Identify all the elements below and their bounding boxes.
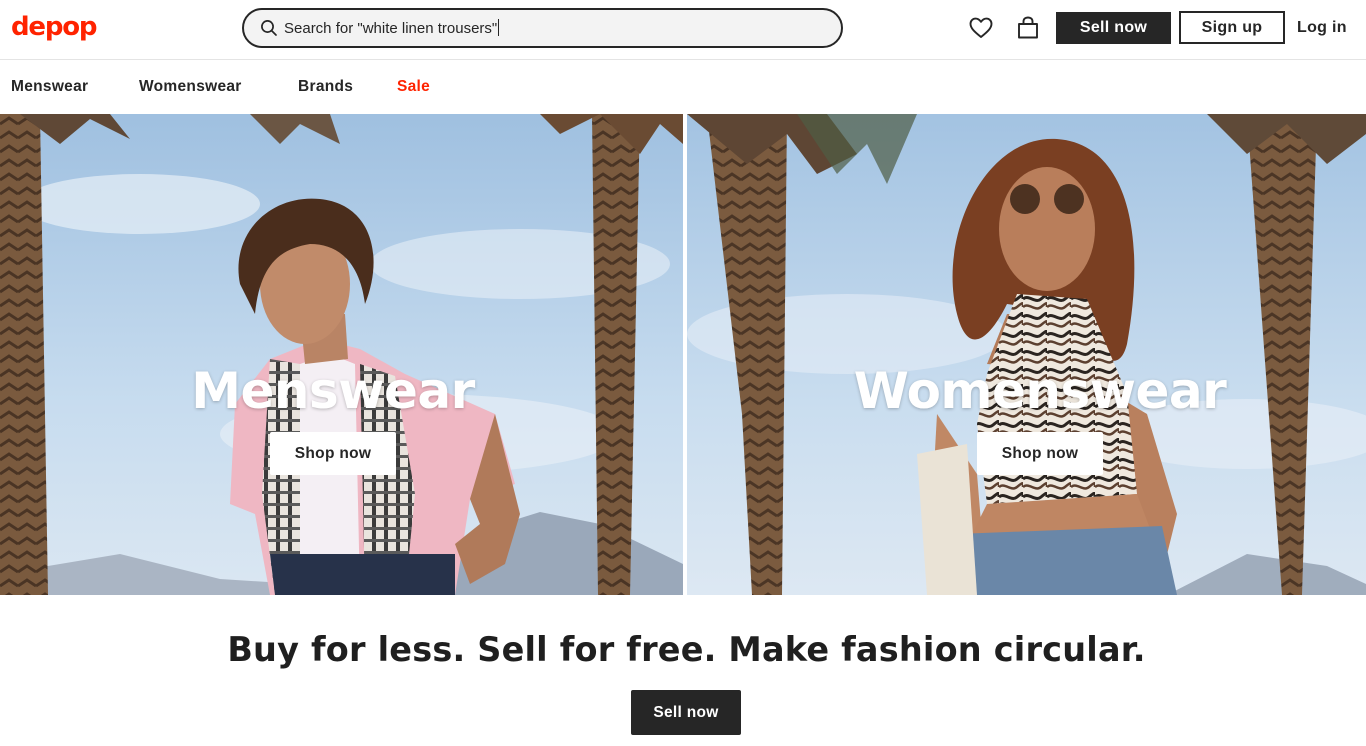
site-header: depop Search for "white linen trousers" … [0, 0, 1366, 60]
shop-menswear-button[interactable]: Shop now [270, 432, 396, 475]
search-icon [261, 20, 277, 36]
shop-womenswear-button[interactable]: Shop now [977, 432, 1103, 475]
menswear-hero-title: Menswear [191, 362, 475, 420]
nav-item-brands[interactable]: Brands [298, 78, 353, 96]
heart-icon[interactable] [967, 14, 995, 42]
womenswear-hero-banner[interactable]: Womenswear Shop now [687, 114, 1366, 595]
text-cursor [498, 19, 500, 36]
shopping-bag-icon[interactable] [1014, 14, 1042, 42]
sell-now-button[interactable]: Sell now [1056, 12, 1171, 44]
depop-logo[interactable]: depop [11, 12, 98, 42]
category-nav: Menswear Womenswear Brands Sale [0, 61, 1366, 114]
womenswear-hero-image [687, 114, 1366, 595]
tagline-heading: Buy for less. Sell for free. Make fashio… [227, 630, 1146, 669]
menswear-hero-image [0, 114, 683, 595]
search-input[interactable]: Search for "white linen trousers" [242, 8, 843, 48]
sign-up-button[interactable]: Sign up [1179, 11, 1285, 44]
log-in-link[interactable]: Log in [1297, 12, 1347, 44]
nav-item-womenswear[interactable]: Womenswear [139, 78, 242, 96]
search-input-value[interactable]: Search for "white linen trousers" [284, 19, 500, 38]
sell-now-cta-button[interactable]: Sell now [631, 690, 741, 735]
menswear-hero-banner[interactable]: Menswear Shop now [0, 114, 683, 595]
womenswear-hero-title: Womenswear [853, 362, 1227, 420]
nav-item-sale[interactable]: Sale [397, 78, 430, 96]
nav-item-menswear[interactable]: Menswear [11, 78, 88, 96]
